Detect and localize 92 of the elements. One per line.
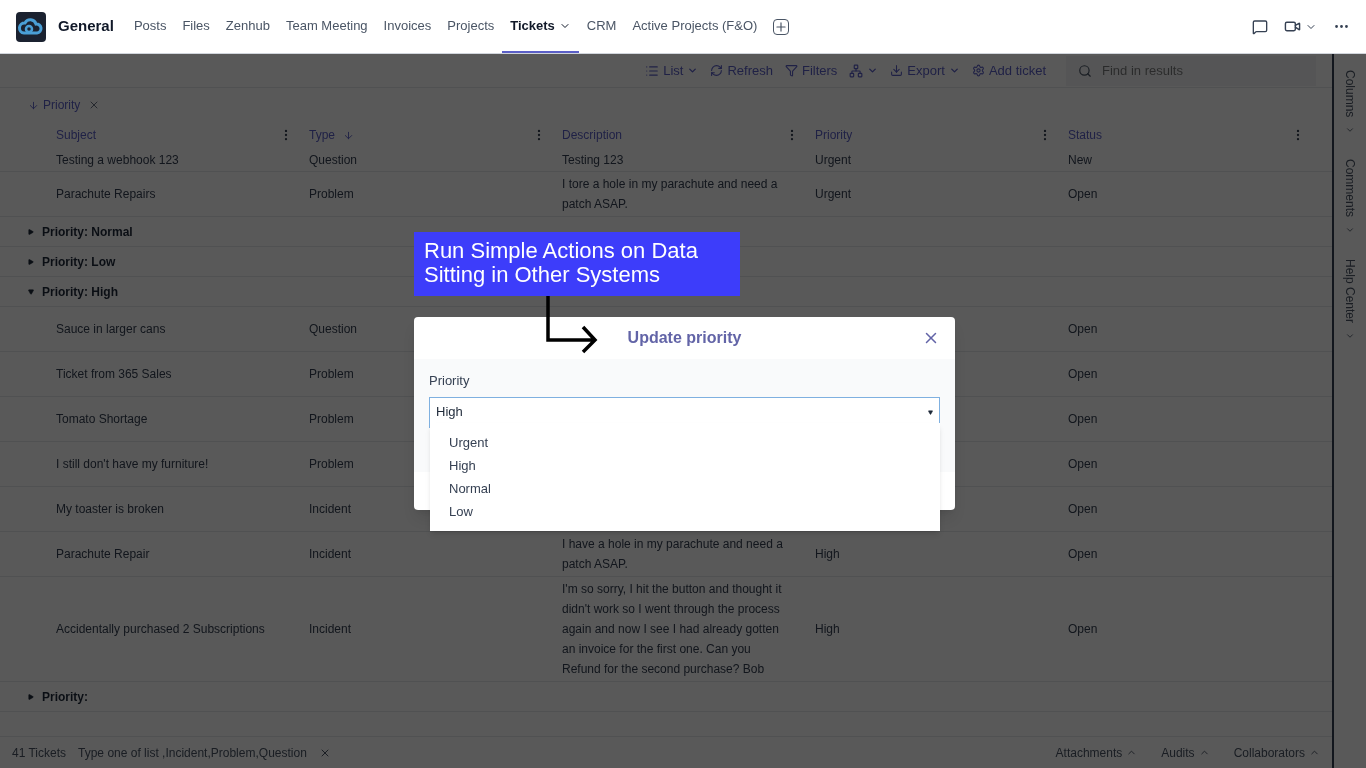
column-header[interactable]: Status	[1068, 126, 1103, 144]
table-cell: Open	[1068, 622, 1098, 636]
table-cell: Open	[1068, 547, 1098, 561]
channel-tab[interactable]: Projects	[439, 0, 503, 53]
table-cell: Problem	[309, 457, 354, 471]
table-cell: My toaster is broken	[56, 502, 165, 516]
table-cell: I still don't have my furniture!	[56, 457, 209, 471]
export-button[interactable]: Export	[890, 60, 960, 81]
side-panel-tab[interactable]: Help Center	[1341, 259, 1359, 342]
table-cell: Question	[309, 152, 358, 167]
sort-chip[interactable]: Priority	[28, 96, 81, 114]
table-cell: Parachute Repairs	[56, 187, 156, 201]
list-icon	[645, 63, 660, 78]
column-header[interactable]: Subject	[56, 126, 97, 144]
table-cell: Open	[1068, 502, 1098, 516]
group-toggle[interactable]: Priority: Normal	[28, 222, 133, 241]
dropdown-option[interactable]: Normal	[430, 477, 940, 500]
channel-tab[interactable]: Active Projects (F&O)	[624, 0, 766, 53]
table-cell: New	[1068, 152, 1092, 167]
table-cell: Urgent	[815, 187, 852, 201]
side-panel-tab[interactable]: Columns	[1341, 70, 1359, 136]
channel-title: General	[58, 16, 114, 37]
gear-icon	[971, 64, 985, 77]
ticket-count: 41 Tickets	[12, 744, 67, 762]
table-cell: Question	[309, 322, 358, 336]
panel-toggle[interactable]: Audits	[1161, 743, 1210, 762]
channel-tab[interactable]: Zenhub	[217, 0, 278, 53]
group-toggle[interactable]: Priority:	[28, 687, 88, 706]
channel-tab[interactable]: Files	[174, 0, 218, 53]
table-cell: Open	[1068, 367, 1098, 381]
dropdown-option[interactable]: Urgent	[430, 431, 940, 454]
table-cell: Testing a webhook 123	[56, 152, 179, 167]
filter-icon	[784, 64, 798, 77]
table-cell: High	[815, 622, 840, 636]
filter-chip[interactable]: Type one of list ,Incident,Problem,Question	[78, 743, 307, 762]
table-cell: Problem	[309, 412, 354, 426]
channel-tab[interactable]: Invoices	[375, 0, 440, 53]
download-icon	[890, 64, 904, 77]
refresh-icon	[710, 64, 724, 77]
caret-icon	[948, 65, 960, 76]
table-cell: Open	[1068, 457, 1098, 471]
table-cell: I tore a hole in my parachute and need a patch ASAP.	[562, 177, 778, 211]
view-button[interactable]: List	[645, 60, 699, 81]
table-cell: Sauce in larger cans	[56, 322, 166, 336]
caret-icon	[687, 65, 699, 76]
table-cell: I have a hole in my parachute and need a patch ASAP.	[562, 537, 783, 571]
refresh-button[interactable]: Refresh	[710, 60, 773, 81]
filters-button[interactable]: Filters	[784, 60, 838, 81]
side-panel-tab[interactable]: Comments	[1341, 159, 1359, 236]
cloud-logo-icon	[16, 11, 46, 42]
channel-tab[interactable]: Tickets	[502, 0, 579, 53]
table-cell: Testing 123	[562, 152, 624, 167]
table-cell: Open	[1068, 412, 1098, 426]
panel-toggle[interactable]: Collaborators	[1233, 743, 1320, 762]
add-ticket-button[interactable]: Add ticket	[971, 60, 1046, 81]
table-cell: Incident	[309, 547, 352, 561]
table-cell: Incident	[309, 502, 352, 516]
table-cell: Parachute Repair	[56, 547, 150, 561]
channel-tab[interactable]: CRM	[578, 0, 625, 53]
table-cell: High	[815, 547, 840, 561]
dropdown-option[interactable]: Low	[430, 500, 940, 523]
table-cell: Problem	[309, 187, 354, 201]
dropdown-option[interactable]: High	[430, 454, 940, 477]
search-icon	[1078, 63, 1092, 78]
hierarchy-icon	[849, 63, 864, 78]
caret-icon	[928, 409, 933, 415]
column-header[interactable]: Type	[309, 126, 354, 144]
table-cell: Tomato Shortage	[56, 412, 148, 426]
table-cell: Ticket from 365 Sales	[56, 367, 172, 381]
dialog-title: Update priority	[627, 328, 742, 348]
table-cell: Accidentally purchased 2 Subscriptions	[56, 622, 265, 636]
chat-icon[interactable]	[1252, 18, 1268, 35]
panel-toggle[interactable]: Attachments	[1055, 743, 1138, 762]
group-toggle[interactable]: Priority: High	[28, 282, 118, 301]
caret-icon	[867, 65, 879, 76]
channel-tab[interactable]: Team Meeting	[277, 0, 376, 53]
channel-tab[interactable]: Posts	[125, 0, 175, 53]
table-cell: Problem	[309, 367, 354, 381]
callout-banner: Run Simple Actions on Data Sitting in Other Systems	[414, 232, 740, 296]
table-cell: Incident	[309, 622, 352, 636]
add-tab-icon[interactable]	[773, 18, 790, 35]
field-label: Priority	[429, 372, 471, 390]
column-header[interactable]: Description	[562, 126, 623, 144]
sort-arrow-icon	[343, 129, 354, 141]
column-header[interactable]: Priority	[815, 126, 853, 144]
arrow-icon	[545, 296, 599, 354]
sort-arrow-icon	[28, 99, 39, 111]
hierarchy-button[interactable]	[849, 63, 879, 78]
table-cell: Open	[1068, 322, 1098, 336]
table-cell: Urgent	[815, 152, 852, 167]
table-cell: Open	[1068, 187, 1098, 201]
group-toggle[interactable]: Priority: Low	[28, 252, 116, 271]
